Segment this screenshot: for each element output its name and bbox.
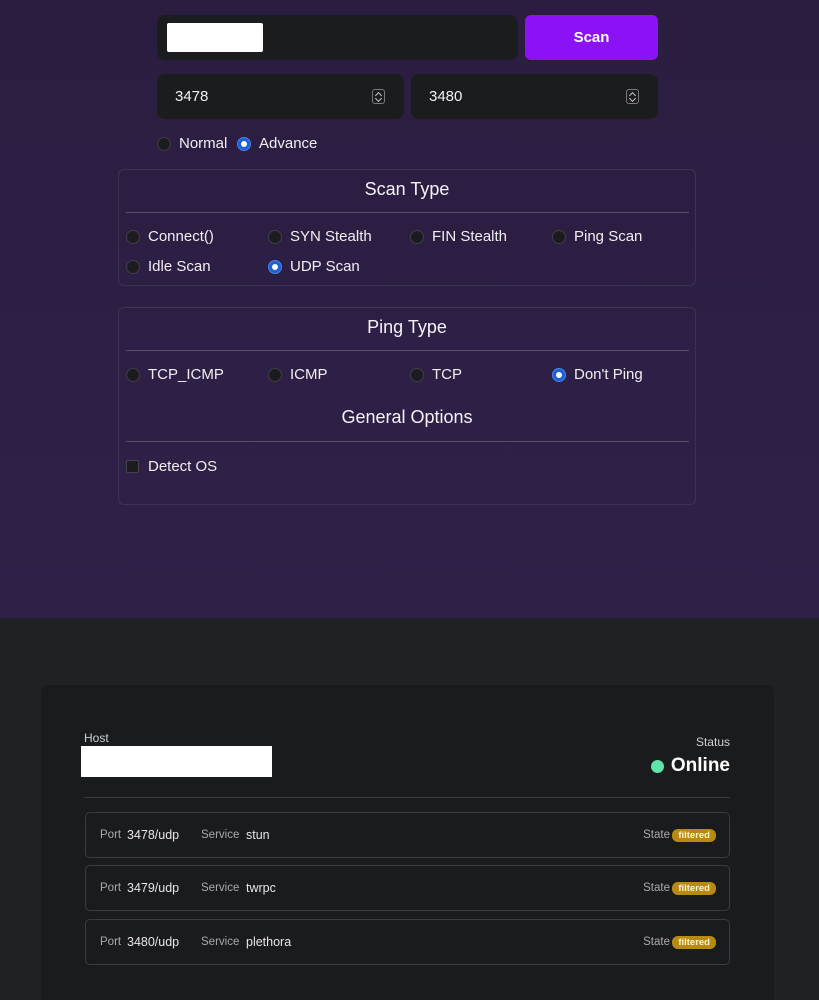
- radio-selected-icon: [552, 367, 566, 382]
- checkbox-icon: [126, 460, 139, 473]
- radio-icon: [552, 229, 566, 244]
- option-label: ICMP: [290, 366, 328, 383]
- divider: [126, 350, 689, 351]
- state-badge: filtered: [672, 829, 716, 842]
- scan-type-fin-radio[interactable]: FIN Stealth: [410, 228, 507, 245]
- option-label: Ping Scan: [574, 228, 643, 245]
- port-start-value: 3478: [175, 88, 209, 105]
- port-key: Port: [100, 829, 122, 841]
- state-badge: filtered: [672, 936, 716, 949]
- option-label: UDP Scan: [290, 258, 360, 275]
- status-value: Online: [670, 755, 730, 776]
- host-label: Host: [84, 731, 109, 745]
- radio-icon: [410, 229, 424, 244]
- host-input[interactable]: [157, 15, 518, 60]
- ping-type-icmp-radio[interactable]: ICMP: [268, 366, 328, 383]
- table-row: Port 3479/udp Service twrpc State filter…: [85, 865, 730, 911]
- table-row: Port 3478/udp Service stun State filtere…: [85, 812, 730, 858]
- divider: [84, 797, 730, 798]
- port-key: Port: [100, 936, 122, 948]
- ping-type-panel: Ping Type TCP_ICMP ICMP TCP Don't Ping G…: [118, 307, 696, 505]
- scan-type-syn-radio[interactable]: SYN Stealth: [268, 228, 372, 245]
- mode-advance-radio[interactable]: Advance: [237, 135, 317, 152]
- option-label: TCP: [432, 366, 462, 383]
- option-label: SYN Stealth: [290, 228, 372, 245]
- radio-icon: [410, 367, 424, 382]
- mode-normal-label: Normal: [179, 135, 228, 152]
- option-label: FIN Stealth: [432, 228, 508, 245]
- radio-icon: [157, 136, 171, 151]
- ping-type-title: Ping Type: [367, 317, 447, 337]
- port-start-input[interactable]: 3478: [157, 74, 404, 119]
- state-key: State: [643, 829, 670, 841]
- spinner-icon[interactable]: [626, 89, 639, 104]
- radio-icon: [126, 367, 140, 382]
- scan-type-connect-radio[interactable]: Connect(): [126, 228, 214, 245]
- state-key: State: [643, 936, 670, 948]
- redacted-host-value: [167, 23, 263, 52]
- ping-type-tcp-radio[interactable]: TCP: [410, 366, 462, 383]
- divider: [126, 441, 689, 442]
- radio-icon: [268, 229, 282, 244]
- host-result-card: Host Status Online Port 3478/udp Service…: [41, 685, 774, 1000]
- port-value: 3478/udp: [127, 828, 180, 842]
- port-key: Port: [100, 882, 122, 894]
- scan-type-idle-radio[interactable]: Idle Scan: [126, 258, 211, 275]
- table-row: Port 3480/udp Service plethora State fil…: [85, 919, 730, 965]
- mode-normal-radio[interactable]: Normal: [157, 135, 227, 152]
- radio-selected-icon: [237, 136, 251, 151]
- scan-type-ping-radio[interactable]: Ping Scan: [552, 228, 642, 245]
- scan-type-title: Scan Type: [364, 179, 450, 199]
- mode-advance-label: Advance: [259, 135, 318, 152]
- radio-icon: [126, 259, 140, 274]
- status-indicator: Online: [650, 755, 730, 777]
- spinner-icon[interactable]: [372, 89, 385, 104]
- detect-os-label: Detect OS: [148, 458, 218, 475]
- radio-selected-icon: [268, 259, 282, 274]
- scan-type-udp-radio[interactable]: UDP Scan: [268, 258, 360, 275]
- state-badge: filtered: [672, 882, 716, 895]
- service-key: Service: [201, 936, 240, 948]
- port-end-value: 3480: [429, 88, 463, 105]
- scan-type-panel: Scan Type Connect() SYN Stealth FIN Stea…: [118, 169, 696, 286]
- divider: [126, 212, 689, 213]
- service-key: Service: [201, 829, 240, 841]
- detect-os-checkbox[interactable]: Detect OS: [126, 458, 217, 475]
- option-label: TCP_ICMP: [148, 366, 224, 383]
- port-value: 3479/udp: [127, 881, 180, 895]
- radio-icon: [126, 229, 140, 244]
- state-key: State: [643, 882, 670, 894]
- service-key: Service: [201, 882, 240, 894]
- ping-type-dont-ping-radio[interactable]: Don't Ping: [552, 366, 643, 383]
- general-options-title: General Options: [341, 407, 473, 427]
- radio-icon: [268, 367, 282, 382]
- status-label: Status: [695, 735, 730, 749]
- service-value: plethora: [246, 935, 292, 949]
- option-label: Don't Ping: [574, 366, 643, 383]
- service-value: stun: [246, 828, 270, 842]
- port-end-input[interactable]: 3480: [411, 74, 658, 119]
- port-value: 3480/udp: [127, 935, 180, 949]
- scan-button[interactable]: Scan: [525, 15, 658, 60]
- service-value: twrpc: [246, 881, 276, 895]
- option-label: Idle Scan: [148, 258, 211, 275]
- option-label: Connect(): [148, 228, 214, 245]
- ping-type-tcp-icmp-radio[interactable]: TCP_ICMP: [126, 366, 224, 383]
- online-dot-icon: [650, 759, 664, 773]
- redacted-host-value: [81, 746, 272, 777]
